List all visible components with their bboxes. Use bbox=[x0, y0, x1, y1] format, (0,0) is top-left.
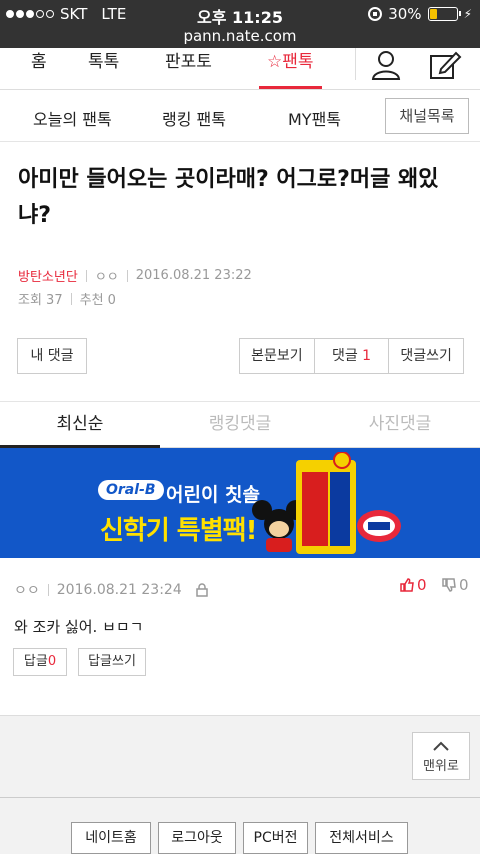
subnav-ranking[interactable]: 랭킹 팬톡 bbox=[162, 106, 226, 130]
meta-divider bbox=[126, 269, 128, 282]
article-actions: 본문보기 댓글 1 댓글쓰기 bbox=[239, 338, 464, 374]
reply-label: 답글 bbox=[23, 654, 48, 669]
thumbs-down-icon bbox=[442, 578, 456, 592]
ad-banner[interactable]: Oral-B 어린이 칫솔 신학기 특별팩! bbox=[0, 448, 480, 558]
tab-ranking-comments[interactable]: 랭킹댓글 bbox=[160, 402, 320, 447]
subnav-my[interactable]: MY팬톡 bbox=[288, 106, 341, 130]
comment-tabs: 최신순 랭킹댓글 사진댓글 bbox=[0, 402, 480, 448]
comments-label: 댓글 bbox=[331, 348, 358, 364]
comment-body: 와 조카 싫어. ㅂㅁㄱ bbox=[14, 618, 144, 636]
article-views: 조회 37 bbox=[18, 293, 63, 308]
write-icon[interactable] bbox=[424, 50, 464, 80]
nav-toktok[interactable]: 톡톡 bbox=[88, 50, 119, 88]
article-meta: 방탄소년단 ㅇㅇ 2016.08.21 23:22 bbox=[18, 266, 252, 285]
comment-meta: ㅇㅇ 2016.08.21 23:24 bbox=[14, 580, 208, 600]
dislike-button[interactable]: 0 bbox=[442, 576, 469, 594]
comments-button[interactable]: 댓글 1 bbox=[313, 339, 389, 373]
rotation-lock-icon bbox=[368, 7, 383, 21]
footer-all-services[interactable]: 전체서비스 bbox=[315, 822, 408, 854]
footer-divider bbox=[0, 797, 480, 798]
status-right: 30% ⚡ bbox=[368, 5, 472, 23]
banner-brand: Oral-B bbox=[98, 480, 164, 500]
like-button[interactable]: 0 bbox=[400, 576, 427, 594]
article-title: 아미만 들어오는 곳이라매? 어그로?머글 왜있냐? bbox=[18, 167, 439, 228]
thumbs-up-icon bbox=[400, 578, 414, 592]
banner-line2: 신학기 특별팩! bbox=[100, 516, 257, 546]
footer-nate-home[interactable]: 네이트홈 bbox=[71, 822, 151, 854]
sub-nav: 오늘의 팬톡 랭킹 팬톡 MY팬톡 채널목록 bbox=[0, 90, 480, 142]
clubhouse-logo bbox=[357, 510, 401, 542]
chevron-up-icon bbox=[433, 741, 449, 751]
footer-pc-version[interactable]: PC버전 bbox=[243, 822, 308, 854]
reply-button[interactable]: 답글0 bbox=[13, 648, 67, 676]
charging-icon: ⚡ bbox=[463, 7, 472, 21]
my-comments-button[interactable]: 내 댓글 bbox=[17, 338, 87, 374]
battery-percent: 30% bbox=[388, 5, 422, 23]
nav-fantalk-label: 팬톡 bbox=[282, 52, 314, 72]
view-body-button[interactable]: 본문보기 bbox=[240, 339, 314, 373]
nav-fantalk[interactable]: ☆팬톡 bbox=[259, 50, 321, 89]
scroll-top-label: 맨위로 bbox=[423, 759, 459, 774]
star-icon: ☆ bbox=[267, 52, 283, 72]
article-stats: 조회 37 추천 0 bbox=[18, 289, 116, 308]
status-bar: SKT LTE 오후 11:25 30% ⚡ bbox=[0, 0, 480, 28]
write-reply-button[interactable]: 답글쓰기 bbox=[78, 648, 146, 676]
write-comment-button[interactable]: 댓글쓰기 bbox=[388, 339, 463, 373]
url-bar[interactable]: pann.nate.com bbox=[0, 28, 480, 48]
channel-list-button[interactable]: 채널목록 bbox=[385, 98, 469, 134]
main-nav: 홈 톡톡 판포토 ☆팬톡 bbox=[0, 48, 480, 90]
nav-panphoto[interactable]: 판포토 bbox=[165, 50, 212, 88]
report-icon[interactable] bbox=[195, 583, 208, 597]
meta-divider bbox=[70, 292, 72, 305]
meta-divider bbox=[85, 269, 87, 282]
comment-writer: ㅇㅇ bbox=[14, 583, 40, 599]
subnav-today[interactable]: 오늘의 팬톡 bbox=[33, 106, 112, 130]
tab-latest[interactable]: 최신순 bbox=[0, 402, 160, 448]
comments-count: 1 bbox=[362, 348, 372, 364]
like-count: 0 bbox=[417, 576, 427, 594]
banner-line1: 어린이 칫솔 bbox=[166, 484, 261, 506]
reply-count: 0 bbox=[47, 654, 57, 669]
nav-home[interactable]: 홈 bbox=[31, 50, 47, 88]
article-recommends: 추천 0 bbox=[79, 293, 116, 308]
meta-divider bbox=[47, 584, 49, 596]
article-datetime: 2016.08.21 23:22 bbox=[135, 268, 252, 283]
dislike-count: 0 bbox=[459, 576, 469, 594]
scroll-top-button[interactable]: 맨위로 bbox=[412, 732, 470, 780]
tab-photo-comments[interactable]: 사진댓글 bbox=[320, 402, 480, 447]
user-icon[interactable] bbox=[366, 50, 406, 80]
nav-divider bbox=[355, 48, 356, 80]
comment-datetime: 2016.08.21 23:24 bbox=[56, 582, 182, 598]
product-box-image bbox=[296, 452, 356, 554]
article-writer: ㅇㅇ bbox=[94, 270, 119, 285]
battery-icon bbox=[427, 7, 461, 21]
article-channel[interactable]: 방탄소년단 bbox=[18, 266, 78, 285]
footer-logout[interactable]: 로그아웃 bbox=[158, 822, 236, 854]
